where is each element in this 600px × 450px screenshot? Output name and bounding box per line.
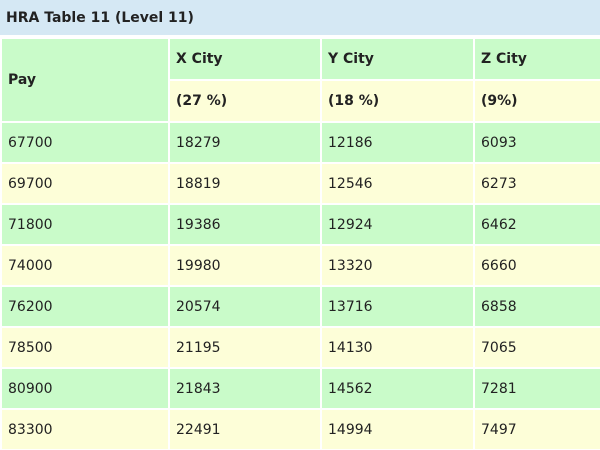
table-caption: HRA Table 11 (Level 11) [0,0,600,37]
hra-table-container: HRA Table 11 (Level 11) Pay X City Y Cit… [0,0,600,450]
z-city-cell: 6858 [473,285,600,328]
z-city-cell: 6273 [473,162,600,205]
header-z-city: Z City [473,37,600,81]
z-city-cell: 6660 [473,244,600,287]
z-city-cell: 7281 [473,367,600,410]
header-row-cities: Pay X City Y City Z City [0,37,600,123]
header-z-rate: (9%) [473,79,600,123]
header-x-rate: (27 %) [168,79,322,123]
pay-cell: 74000 [0,244,170,287]
header-pay: Pay [0,37,170,123]
pay-cell: 83300 [0,408,170,450]
header-y-rate: (18 %) [320,79,475,123]
table-row: 74000 19980 13320 6660 [0,244,600,287]
z-city-cell: 6093 [473,121,600,164]
y-city-cell: 13320 [320,244,475,287]
table-row: 76200 20574 13716 6858 [0,285,600,328]
z-city-cell: 6462 [473,203,600,246]
table-row: 80900 21843 14562 7281 [0,367,600,410]
z-city-cell: 7065 [473,326,600,369]
pay-cell: 80900 [0,367,170,410]
x-city-cell: 19980 [168,244,322,287]
x-city-cell: 18819 [168,162,322,205]
y-city-cell: 14562 [320,367,475,410]
y-city-cell: 14994 [320,408,475,450]
header-y-city: Y City [320,37,475,81]
header-x-city: X City [168,37,322,81]
pay-cell: 76200 [0,285,170,328]
table-row: 67700 18279 12186 6093 [0,121,600,164]
y-city-cell: 12546 [320,162,475,205]
y-city-cell: 14130 [320,326,475,369]
table-row: 69700 18819 12546 6273 [0,162,600,205]
pay-cell: 67700 [0,121,170,164]
x-city-cell: 19386 [168,203,322,246]
hra-table: Pay X City Y City Z City (27 %) (18 %) (… [0,37,600,450]
x-city-cell: 18279 [168,121,322,164]
y-city-cell: 12186 [320,121,475,164]
y-city-cell: 13716 [320,285,475,328]
x-city-cell: 21195 [168,326,322,369]
pay-cell: 71800 [0,203,170,246]
table-row: 78500 21195 14130 7065 [0,326,600,369]
table-row: 83300 22491 14994 7497 [0,408,600,450]
x-city-cell: 20574 [168,285,322,328]
x-city-cell: 21843 [168,367,322,410]
z-city-cell: 7497 [473,408,600,450]
pay-cell: 78500 [0,326,170,369]
x-city-cell: 22491 [168,408,322,450]
y-city-cell: 12924 [320,203,475,246]
table-row: 71800 19386 12924 6462 [0,203,600,246]
pay-cell: 69700 [0,162,170,205]
